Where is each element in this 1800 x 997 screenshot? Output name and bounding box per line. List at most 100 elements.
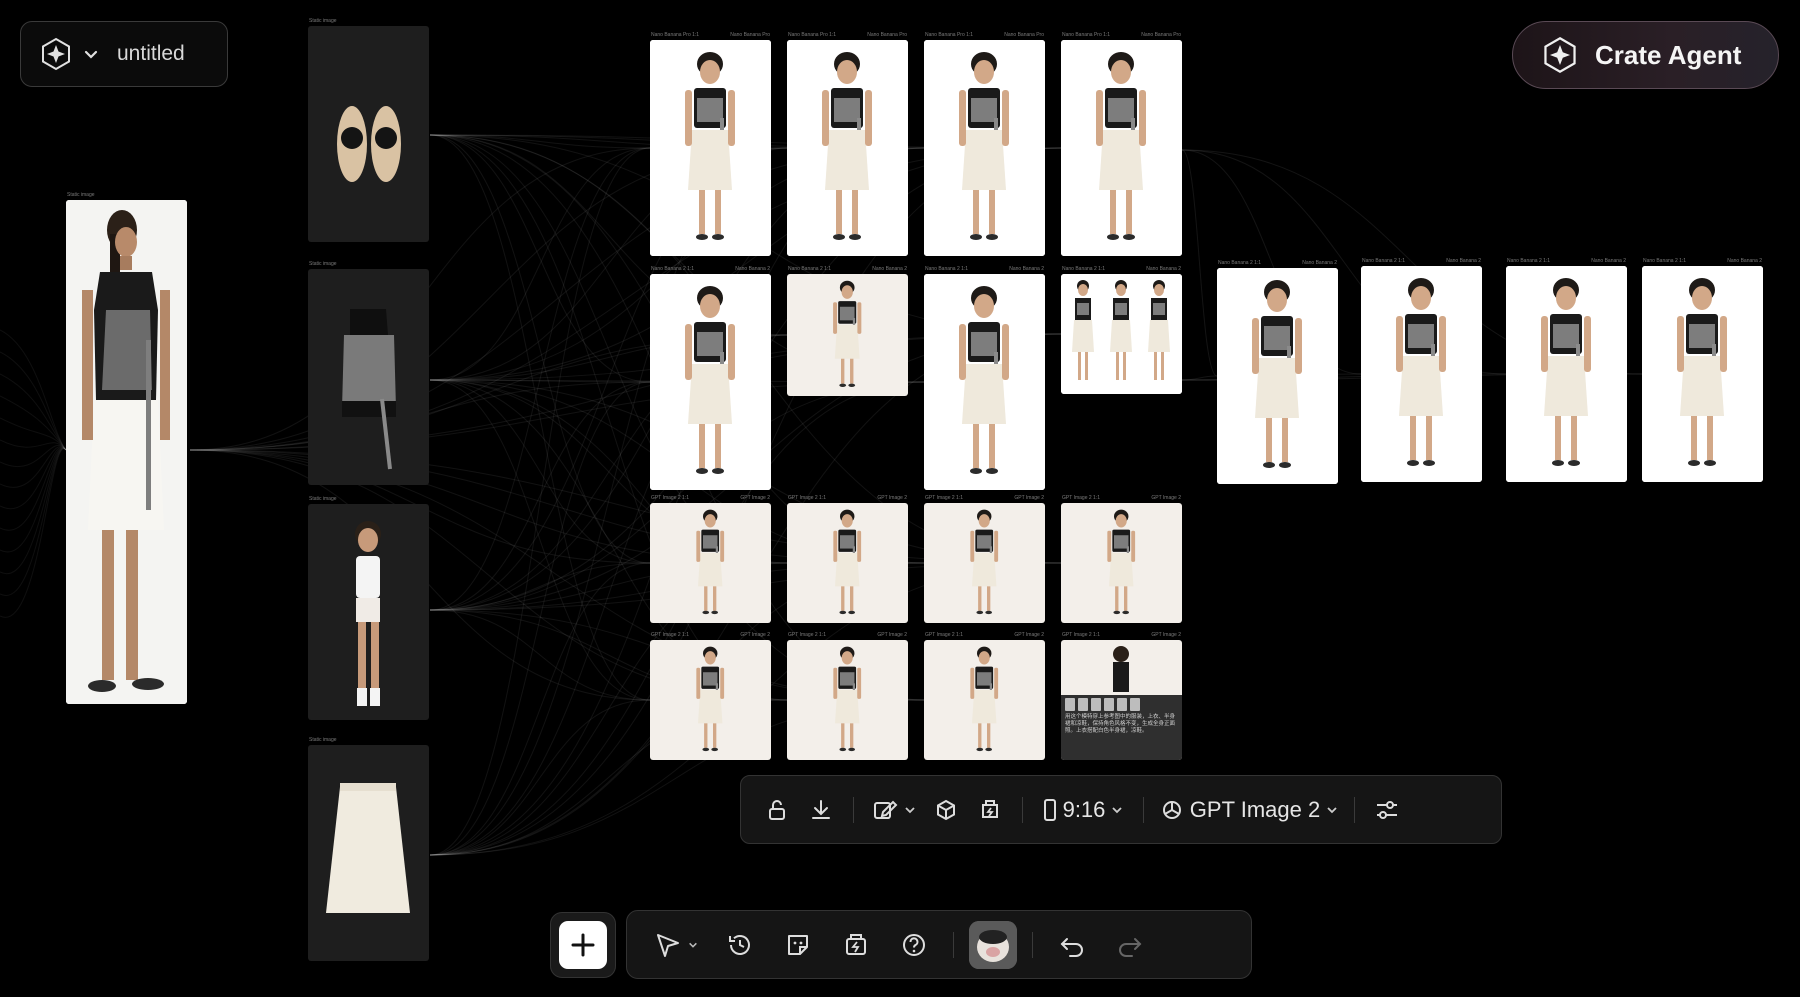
prompt-preview-text: 用这个模特穿上参考图中的服装，上衣、半身裙和凉鞋，保持角色风格不变，生成全身正面… [1065,714,1176,735]
output-image [787,40,908,256]
node-toolbar: 9:16 GPT Image 2 [740,775,1502,844]
3d-cube-button[interactable] [924,788,968,832]
character-image [308,504,429,720]
aspect-ratio-select[interactable]: 9:16 [1033,788,1133,832]
output-image-node[interactable]: GPT Image 2 1:1 GPT Image 2 [924,632,1045,760]
output-image-node[interactable]: Nano Banana Pro 1:1 Nano Banana Pro [924,32,1045,256]
output-image-node[interactable]: Nano Banana Pro 1:1 Nano Banana Pro [787,32,908,256]
node-model: Nano Banana 2 [872,266,907,272]
output-image [650,640,771,760]
output-image [1217,268,1338,484]
plus-icon [571,933,595,957]
output-image [1061,503,1182,623]
unlock-button[interactable] [755,788,799,832]
node-model: Nano Banana 2 [1727,258,1762,264]
node-model: Nano Banana Pro [1004,32,1044,38]
input-node-top[interactable]: Static image [308,261,429,485]
node-caption: Nano Banana 2 1:1 [1362,258,1406,264]
user-avatar-button[interactable] [964,920,1022,969]
input-node-skirt[interactable]: Static image [308,737,429,961]
project-menu[interactable]: untitled [20,21,228,87]
node-model: GPT Image 2 [1014,632,1044,638]
undo-button[interactable] [1043,923,1101,967]
redo-button[interactable] [1101,923,1159,967]
sparkle-star-icon [1544,36,1576,74]
node-caption: Nano Banana 2 1:1 [1218,260,1262,266]
node-model: GPT Image 2 [740,632,770,638]
output-image-node[interactable]: Nano Banana 2 1:1 Nano Banana 2 [924,266,1045,490]
chevron-down-icon[interactable] [83,46,99,62]
aspect-ratio-value: 9:16 [1062,796,1106,822]
node-model: Nano Banana Pro [730,32,770,38]
sticker-button[interactable] [769,923,827,967]
output-image-node[interactable]: GPT Image 2 1:1 GPT Image 2 [787,632,908,760]
toolbar-divider [1022,796,1023,823]
help-circle-icon [903,933,925,956]
help-button[interactable] [885,923,943,967]
project-title[interactable]: untitled [117,42,185,66]
source-image-node[interactable]: Static image [66,192,187,704]
output-image-node[interactable]: GPT Image 2 1:1 GPT Image 2 [787,495,908,623]
output-image-node[interactable]: Nano Banana Pro 1:1 Nano Banana Pro [650,32,771,256]
node-caption: Static image [309,737,337,743]
bottom-dock [626,910,1252,979]
crate-agent-button[interactable]: Crate Agent [1512,21,1779,89]
output-image-node[interactable]: Nano Banana 2 1:1 Nano Banana 2 [1061,266,1182,394]
add-node-container [550,912,616,978]
top-garment-image [308,269,429,485]
input-node-character[interactable]: Static image [308,496,429,720]
node-caption: Nano Banana 2 1:1 [1507,258,1551,264]
output-image [1061,40,1182,256]
node-caption: GPT Image 2 1:1 [925,495,963,501]
node-caption: GPT Image 2 1:1 [651,495,689,501]
node-model: Nano Banana 2 [735,266,770,272]
quick-generate-button[interactable] [827,923,885,967]
output-image-node[interactable]: GPT Image 2 1:1 GPT Image 2 [924,495,1045,623]
output-image-node[interactable]: GPT Image 2 1:1 GPT Image 2 [650,632,771,760]
node-caption: Nano Banana 2 1:1 [925,266,969,272]
output-image-node[interactable]: Nano Banana 2 1:1 Nano Banana 2 [1506,258,1627,482]
node-caption: GPT Image 2 1:1 [1062,495,1100,501]
openai-logo-icon [1162,800,1181,819]
settings-button[interactable] [1365,788,1409,832]
prompt-preview-overlay: 用这个模特穿上参考图中的服装，上衣、半身裙和凉鞋，保持角色风格不变，生成全身正面… [1061,695,1182,760]
lightning-box-icon [846,933,866,955]
node-model: Nano Banana 2 [1302,260,1337,266]
node-caption: GPT Image 2 1:1 [925,632,963,638]
model-name: GPT Image 2 [1189,796,1321,822]
model-select[interactable]: GPT Image 2 [1154,788,1344,832]
output-image-node[interactable]: Nano Banana Pro 1:1 Nano Banana Pro [1061,32,1182,256]
phone-frame-icon [1043,798,1056,821]
add-node-button[interactable] [559,921,607,969]
sticker-icon [788,934,808,955]
skirt-image [308,745,429,961]
prompt-output-node[interactable]: GPT Image 2 1:1 GPT Image 2 用这个模特穿上参考图中的… [1061,632,1182,760]
output-image [787,503,908,623]
output-image-node[interactable]: GPT Image 2 1:1 GPT Image 2 [1061,495,1182,623]
output-image-node[interactable]: Nano Banana 2 1:1 Nano Banana 2 [650,266,771,490]
node-caption: Nano Banana 2 1:1 [651,266,695,272]
edit-image-button[interactable] [864,788,924,832]
download-icon [812,799,830,819]
3d-cube-icon [937,799,955,820]
history-icon [729,934,750,955]
output-image [924,274,1045,490]
download-button[interactable] [799,788,843,832]
output-image-node[interactable]: Nano Banana 2 1:1 Nano Banana 2 [1361,258,1482,482]
dock-divider [953,931,954,958]
output-image-node[interactable]: Nano Banana 2 1:1 Nano Banana 2 [1217,260,1338,484]
output-image-node[interactable]: Nano Banana 2 1:1 Nano Banana 2 [787,266,908,396]
output-image [1061,274,1182,394]
node-model: Nano Banana 2 [1009,266,1044,272]
undo-icon [1060,937,1083,957]
output-image-node[interactable]: Nano Banana 2 1:1 Nano Banana 2 [1642,258,1763,482]
history-button[interactable] [711,923,769,967]
output-image [924,640,1045,760]
input-node-sandals[interactable]: Static image [308,18,429,242]
node-caption: Static image [309,261,337,267]
toolbar-divider [1143,796,1144,823]
output-image-node[interactable]: GPT Image 2 1:1 GPT Image 2 [650,495,771,623]
select-tool-button[interactable] [641,923,711,967]
upscale-button[interactable] [968,788,1012,832]
chevron-down-icon [1112,806,1123,813]
